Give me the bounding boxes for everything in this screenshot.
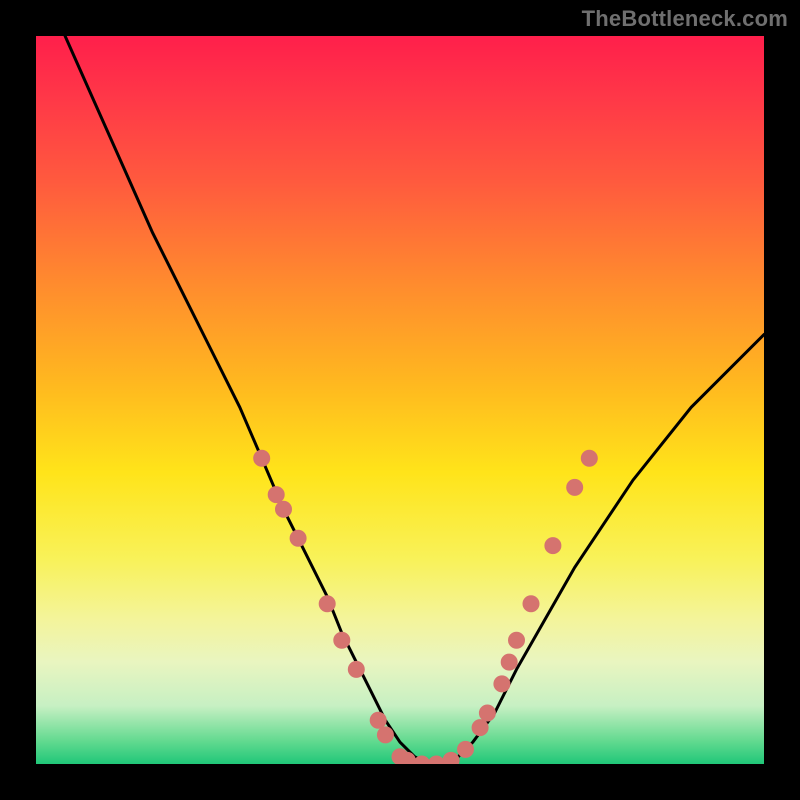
curve-marker (472, 720, 488, 736)
curve-marker (319, 596, 335, 612)
curve-marker (399, 752, 415, 764)
curve-marker (567, 479, 583, 495)
curve-marker (428, 756, 444, 764)
chart-frame: TheBottleneck.com (0, 0, 800, 800)
curve-marker (501, 654, 517, 670)
curve-marker (377, 727, 393, 743)
curve-marker (276, 501, 292, 517)
curve-marker (370, 712, 386, 728)
curve-marker (545, 538, 561, 554)
plot-area (36, 36, 764, 764)
curve-marker (479, 705, 495, 721)
curve-marker (348, 661, 364, 677)
curve-marker (290, 530, 306, 546)
curve-marker (268, 487, 284, 503)
bottleneck-curve (65, 36, 764, 764)
curve-marker (494, 676, 510, 692)
curve-marker (458, 741, 474, 757)
watermark-text: TheBottleneck.com (582, 6, 788, 32)
marker-group (254, 450, 598, 764)
curve-marker (523, 596, 539, 612)
curve-marker (509, 632, 525, 648)
curve-marker (581, 450, 597, 466)
curve-marker (254, 450, 270, 466)
curve-marker (334, 632, 350, 648)
curve-marker (443, 752, 459, 764)
chart-svg (36, 36, 764, 764)
